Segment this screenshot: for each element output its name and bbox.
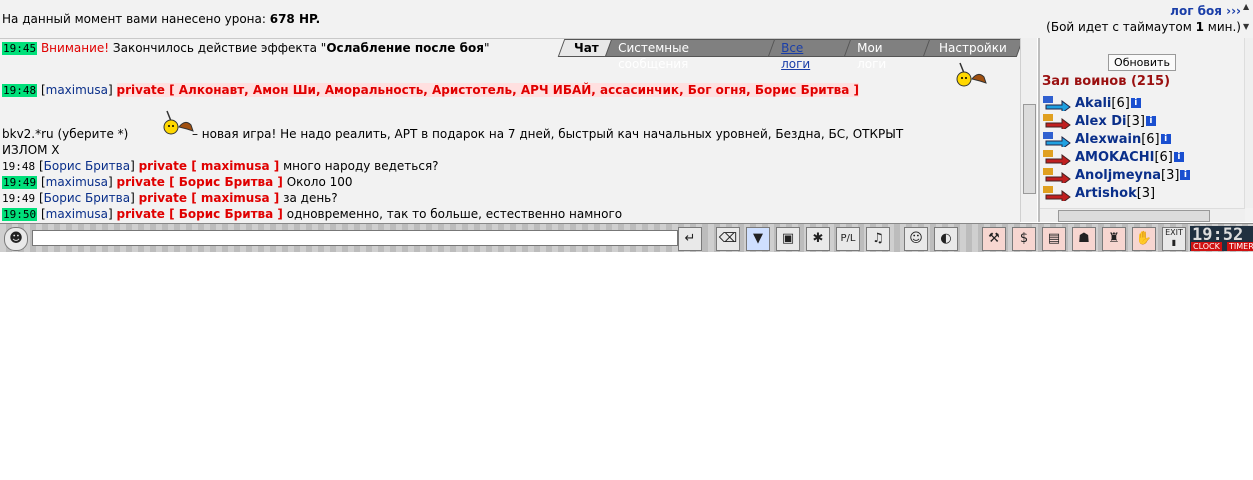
warriors-vscrollbar[interactable]	[1244, 38, 1253, 208]
chat-advert: bkv2.*ru (уберите *) – новая игра! Не на…	[2, 127, 904, 141]
tab-all-logs[interactable]: Все логи	[768, 39, 855, 71]
battle-timeout: (Бой идет с таймаутом 1 мин.)	[1046, 20, 1241, 34]
scroll-down-icon[interactable]: ▼	[1243, 22, 1253, 34]
warrior-item[interactable]: Akali [6] i	[1042, 94, 1141, 112]
chat-area: Чат Системные сообщения Все логи Мои лог…	[0, 38, 1020, 223]
chat-tabs: Чат Системные сообщения Все логи Мои лог…	[557, 39, 1020, 71]
battle-log-link[interactable]: лог боя ›››	[1170, 4, 1241, 18]
warrior-item[interactable]: Alex Di [3] i	[1042, 112, 1156, 130]
runner-icon[interactable]: ✱	[806, 227, 830, 251]
filter-icon[interactable]: ▼	[746, 227, 770, 251]
info-icon[interactable]: i	[1180, 170, 1191, 180]
music-icon[interactable]: ♫	[866, 227, 890, 251]
battle-arrow-icon	[1043, 132, 1071, 147]
damage-text: На данный момент вами нанесено урона:	[2, 12, 266, 26]
clock-display: 19:52 CLOCK TIMER	[1190, 225, 1253, 251]
damage-value: 678 HP.	[269, 12, 321, 26]
scroll-up-icon[interactable]: ▲	[1243, 2, 1253, 14]
chat-message: 19:50 [maximusa] private [ Борис Бритва …	[2, 207, 623, 221]
warriors-hscrollbar[interactable]	[1040, 208, 1245, 222]
damage-info: На данный момент вами нанесено урона: 67…	[2, 12, 320, 26]
chat-message: 19:48 [Борис Бритва] private [ maximusa …	[2, 159, 439, 173]
battle-arrow-icon	[1043, 96, 1071, 111]
tab-system-messages[interactable]: Системные сообщения	[604, 39, 779, 71]
warrior-item[interactable]: Anoljmeyna [3] i	[1042, 166, 1191, 184]
refresh-button[interactable]: Обновить	[1108, 54, 1176, 71]
battle-status-bar: · · · · · · · · · · · · · · · · · · · · …	[0, 0, 1253, 38]
chest-icon[interactable]: ▤	[1042, 227, 1066, 251]
warrior-item[interactable]: AMOKACHI [6] i	[1042, 148, 1184, 166]
battle-arrow-icon	[1043, 150, 1071, 165]
hand-icon[interactable]: ✋	[1132, 227, 1156, 251]
chat-message: 19:49 [Борис Бритва] private [ maximusa …	[2, 191, 338, 205]
chat-advert-cont: ИЗЛОМ Х	[2, 143, 60, 157]
eraser-icon[interactable]: ⌫	[716, 227, 740, 251]
smiley-horse-icon	[956, 62, 987, 87]
tab-settings[interactable]: Настройки	[922, 39, 1020, 57]
exit-button[interactable]: EXIT ▮	[1162, 227, 1186, 251]
speaker-head-icon[interactable]: ☻	[4, 227, 28, 251]
warrior-item[interactable]: Artishok [3]	[1042, 184, 1155, 202]
send-enter-icon[interactable]: ↵	[678, 227, 702, 251]
chat-message: 19:49 [maximusa] private [ Борис Бритва …	[2, 175, 353, 189]
clock-label[interactable]: CLOCK	[1191, 242, 1222, 251]
chat-input[interactable]	[32, 230, 678, 246]
helmet-icon[interactable]: ◐	[934, 227, 958, 251]
info-icon[interactable]: i	[1130, 98, 1141, 108]
chat-message: 19:45 Внимание! Закончилось действие эфф…	[2, 41, 490, 55]
castle-icon[interactable]: ♜	[1102, 227, 1126, 251]
room-title: Зал воинов (215)	[1042, 74, 1171, 89]
monitor-icon[interactable]: ▣	[776, 227, 800, 251]
chat-scrollbar[interactable]	[1020, 38, 1037, 222]
info-icon[interactable]: i	[1160, 134, 1171, 144]
smiley-horse-icon	[163, 110, 194, 135]
warrior-item[interactable]: Alexwain [6] i	[1042, 130, 1171, 148]
smile-icon[interactable]: ☺	[904, 227, 928, 251]
chat-message: 19:48 [maximusa] private [ Алконавт, Амо…	[2, 83, 860, 97]
character-icon[interactable]: ☗	[1072, 227, 1096, 251]
pl-translit-icon[interactable]: P/L	[836, 227, 860, 251]
bottom-toolbar: ☻ ↵ ⌫ ▼ ▣ ✱ P/L ♫ ☺ ◐ ⚒ $ ▤ ☗ ♜ ✋ EXIT ▮ …	[0, 223, 1253, 252]
battle-arrow-icon	[1043, 114, 1071, 129]
warriors-hscroll-thumb[interactable]	[1058, 210, 1210, 222]
timer-label[interactable]: TIMER	[1227, 242, 1253, 251]
tab-my-logs[interactable]: Мои логи	[843, 39, 934, 71]
info-icon[interactable]: i	[1145, 116, 1156, 126]
info-icon[interactable]: i	[1173, 152, 1184, 162]
truncated-top-text: · · · · · · · · · · · · · · · · · · · · …	[150, 0, 1170, 4]
warriors-panel: Обновить Зал воинов (215) Akali [6] i Alex…	[1038, 38, 1253, 222]
hammer-icon[interactable]: ⚒	[982, 227, 1006, 251]
battle-arrow-icon	[1043, 168, 1071, 183]
chat-scroll-thumb[interactable]	[1023, 104, 1036, 194]
battle-arrow-icon	[1043, 186, 1071, 201]
money-bag-icon[interactable]: $	[1012, 227, 1036, 251]
